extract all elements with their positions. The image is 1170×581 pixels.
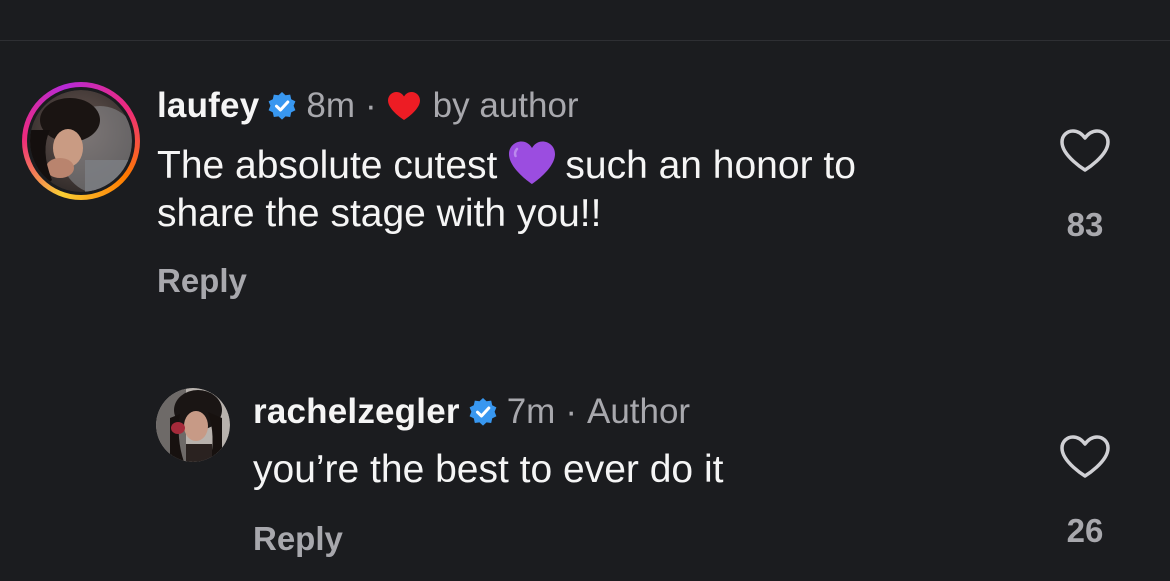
like-heart-icon[interactable] [1059,434,1111,480]
timestamp: 7m [506,392,556,431]
section-divider [0,40,1170,41]
username[interactable]: rachelzegler [253,392,460,432]
comments-screen: laufey 8m · by author The absolute cutes… [0,0,1170,581]
like-count: 26 [1066,512,1104,549]
like-heart-icon[interactable] [1059,128,1111,174]
comment-header: rachelzegler 7m · Author [253,392,690,432]
red-heart-icon [387,92,420,120]
separator: · [364,86,377,125]
separator: · [565,392,577,431]
comment-text-part-2: such an honor to [565,144,856,187]
chevron-down-icon[interactable] [1066,0,1096,6]
verified-badge-icon [268,92,296,120]
comment-text: you’re the best to ever do it [253,448,724,491]
comment-line-1: The absolute cutest such an honor to [157,140,856,190]
comment-header: laufey 8m · by author [157,86,579,126]
author-badge: Author [586,392,691,431]
verified-badge-icon [469,398,497,426]
avatar[interactable] [156,388,230,462]
reply-button[interactable]: Reply [157,262,247,300]
comment-text: The absolute cutest such an honor to sha… [157,140,856,238]
purple-heart-emoji [509,141,556,184]
comment-text-part-1: The absolute cutest [157,144,498,187]
username[interactable]: laufey [157,86,259,126]
comment-line-2: share the stage with you!! [157,192,602,235]
liked-by-author-label: by author [432,86,579,125]
like-count: 83 [1066,206,1104,243]
avatar[interactable] [30,90,132,192]
reply-button[interactable]: Reply [253,520,343,558]
timestamp: 8m [306,86,355,125]
